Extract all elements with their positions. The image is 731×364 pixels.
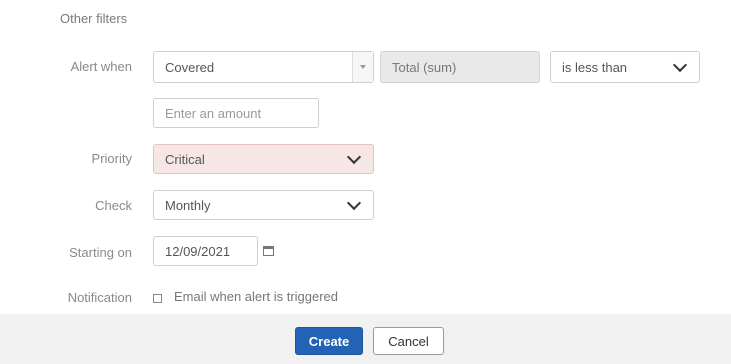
email-alert-checkbox-label[interactable]: Email when alert is triggered <box>174 289 338 304</box>
chevron-down-icon <box>346 149 362 165</box>
alert-field-value: Covered <box>165 59 215 75</box>
dropdown-arrow-icon <box>352 52 373 82</box>
operator-value: is less than <box>562 59 628 75</box>
aggregate-field: Total (sum) <box>380 51 540 83</box>
chevron-down-icon <box>346 195 362 211</box>
email-alert-checkbox[interactable] <box>153 294 162 303</box>
footer-bar <box>0 314 731 364</box>
check-value: Monthly <box>165 197 211 213</box>
date-input[interactable]: 12/09/2021 <box>153 236 258 266</box>
check-label: Check <box>95 198 132 213</box>
create-button[interactable]: Create <box>295 327 363 355</box>
chevron-down-icon <box>672 57 688 73</box>
amount-placeholder: Enter an amount <box>165 105 262 121</box>
operator-select[interactable]: is less than <box>550 51 700 83</box>
priority-select[interactable]: Critical <box>153 144 374 174</box>
aggregate-value: Total (sum) <box>392 59 457 75</box>
starting-on-label: Starting on <box>69 245 132 260</box>
alert-field-select[interactable]: Covered <box>153 51 374 83</box>
alert-when-label: Alert when <box>70 59 132 74</box>
amount-input[interactable]: Enter an amount <box>153 98 319 128</box>
priority-label: Priority <box>91 151 132 166</box>
calendar-icon[interactable] <box>263 246 274 256</box>
date-value: 12/09/2021 <box>165 243 231 259</box>
cancel-button[interactable]: Cancel <box>373 327 444 355</box>
section-title: Other filters <box>60 11 128 26</box>
priority-value: Critical <box>165 151 205 167</box>
notification-label: Notification <box>67 290 132 305</box>
check-select[interactable]: Monthly <box>153 190 374 220</box>
